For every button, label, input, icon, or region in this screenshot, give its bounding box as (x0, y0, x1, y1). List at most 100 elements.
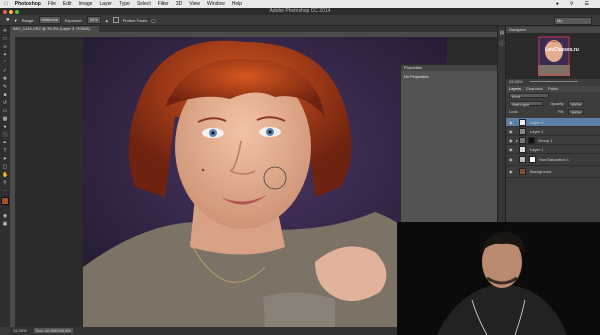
move-tool-icon[interactable]: ✛ (2, 28, 8, 34)
menu-window[interactable]: Window (207, 0, 225, 8)
gradient-tool-icon[interactable]: ▩ (2, 116, 8, 122)
workspace-switcher[interactable]: My (554, 17, 592, 25)
properties-panel: Properties No Properties (400, 64, 500, 227)
layer-name: Group 1 (538, 138, 553, 143)
layer-row[interactable]: ◉ Background (506, 166, 600, 178)
menu-3d[interactable]: 3D (176, 0, 182, 8)
visibility-eye-icon[interactable]: ◉ (509, 145, 513, 154)
shape-tool-icon[interactable]: ▢ (2, 164, 8, 170)
lasso-tool-icon[interactable]: ∞ (2, 44, 8, 50)
navigator-zoom-slider[interactable] (529, 81, 578, 83)
layer-name: Layer 3 (530, 120, 544, 125)
layer-thumbnail (519, 119, 526, 126)
apple-icon[interactable]:  (4, 0, 8, 8)
protect-tones-label: Protect Tones (122, 17, 148, 23)
wifi-icon[interactable]: ● (556, 0, 559, 8)
adjustment-thumbnail (519, 156, 526, 163)
options-bar: ● ▼ Range: Midtones Exposure: 50% ▲ Prot… (0, 15, 600, 26)
quick-select-tool-icon[interactable]: ✦ (2, 52, 8, 58)
minimize-window-button[interactable] (9, 10, 13, 14)
layers-options: Kind Soft Light Opacity: 100% Lock: Fill… (506, 92, 600, 118)
opacity-input[interactable]: 100% (568, 101, 584, 107)
navigator-zoom-value[interactable]: 33,33% (509, 79, 523, 84)
foreground-color-swatch[interactable] (1, 197, 9, 205)
opacity-label: Opacity: (550, 101, 565, 106)
visibility-eye-icon[interactable]: ◉ (509, 127, 513, 136)
layer-thumbnail (519, 168, 526, 175)
brush-tool-icon[interactable]: ✎ (2, 84, 8, 90)
screen-mode-icon[interactable]: ▣ (2, 221, 8, 227)
presenter-video (397, 222, 600, 335)
visibility-eye-icon[interactable]: ◉ (509, 136, 513, 145)
window-titlebar: Adobe Photoshop CC 2014 (0, 8, 600, 15)
color-swatches[interactable] (0, 197, 11, 211)
zoom-window-button[interactable] (15, 10, 19, 14)
layer-name: Layer 2 (530, 129, 544, 134)
webcam-overlay (397, 222, 600, 335)
visibility-eye-icon[interactable]: ◉ (509, 118, 513, 127)
exposure-input[interactable]: 50% (86, 16, 101, 24)
menu-select[interactable]: Select (137, 0, 151, 8)
list-icon[interactable]: ☰ (585, 0, 589, 8)
menu-view[interactable]: View (189, 0, 200, 8)
mac-menubar:  Photoshop File Edit Image Layer Type S… (0, 0, 600, 8)
blend-mode-select[interactable]: Soft Light (509, 101, 543, 107)
search-icon[interactable]: ⚲ (570, 0, 574, 8)
group-folder-thumbnail (519, 137, 526, 144)
layer-thumbnail (519, 128, 526, 135)
hand-tool-icon[interactable]: ✋ (2, 172, 8, 178)
menu-layer[interactable]: Layer (99, 0, 112, 8)
fill-label: Fill: (558, 109, 565, 114)
burn-tool-icon[interactable]: ● (6, 17, 10, 23)
menu-edit[interactable]: Edit (63, 0, 72, 8)
burn-tool-icon[interactable]: ⚫ (2, 132, 8, 138)
blur-tool-icon[interactable]: ● (2, 124, 8, 130)
crop-tool-icon[interactable]: ⌜ (2, 60, 8, 66)
layer-row[interactable]: ◉ ▸ Group 1 (506, 136, 600, 145)
quick-mask-icon[interactable]: ◉ (2, 213, 8, 219)
more-tools-icon[interactable]: ⋯ (2, 188, 8, 194)
eraser-tool-icon[interactable]: ▭ (2, 108, 8, 114)
healing-brush-tool-icon[interactable]: ✚ (2, 76, 8, 82)
fill-input[interactable]: 100% (568, 109, 584, 115)
menu-help[interactable]: Help (232, 0, 242, 8)
navigator-watermark: LevClasses.ru (545, 47, 579, 53)
properties-empty-text: No Properties (404, 74, 429, 79)
window-title: Adobe Photoshop CC 2014 (269, 8, 331, 14)
pressure-icon[interactable]: ◯ (151, 18, 155, 23)
visibility-eye-icon[interactable]: ◉ (509, 154, 513, 166)
menu-file[interactable]: File (48, 0, 56, 8)
menu-filter[interactable]: Filter (158, 0, 169, 8)
layer-row[interactable]: ◉ Layer 3 (506, 118, 600, 127)
navigator-zoom-row: 33,33% (506, 79, 600, 85)
menu-type[interactable]: Type (119, 0, 130, 8)
brush-size-picker[interactable]: ▼ (14, 18, 18, 23)
close-window-button[interactable] (3, 10, 7, 14)
type-tool-icon[interactable]: T (2, 148, 8, 154)
doc-size: Doc: 40,9M/246,5M (33, 328, 73, 333)
zoom-tool-icon[interactable]: ⚲ (2, 180, 8, 186)
marquee-tool-icon[interactable]: □ (2, 36, 8, 42)
menu-photoshop[interactable]: Photoshop (15, 0, 41, 8)
history-brush-tool-icon[interactable]: ↺ (2, 100, 8, 106)
layer-name: Layer 1 (530, 147, 544, 152)
visibility-eye-icon[interactable]: ◉ (509, 166, 513, 178)
range-select[interactable]: Midtones (38, 16, 61, 24)
lock-label: Lock: (509, 109, 519, 114)
layer-filter-select[interactable]: Kind (509, 93, 549, 99)
path-select-tool-icon[interactable]: ➤ (2, 156, 8, 162)
layer-row[interactable]: ◉ Hue/Saturation 1 (506, 154, 600, 166)
zoom-readout[interactable]: 33,33% (13, 328, 27, 333)
clone-stamp-tool-icon[interactable]: ■ (2, 92, 8, 98)
menubar-status-icons: ● ⚲ ☰ (556, 0, 596, 8)
navigator-preview[interactable]: LevClasses.ru (506, 33, 600, 79)
airbrush-icon[interactable]: ▲ (105, 18, 109, 23)
layer-name: Hue/Saturation 1 (539, 157, 570, 162)
layer-row[interactable]: ◉ Layer 2 (506, 127, 600, 136)
group-mask-thumbnail (528, 137, 535, 144)
menu-image[interactable]: Image (79, 0, 93, 8)
pen-tool-icon[interactable]: ✒ (2, 140, 8, 146)
protect-tones-checkbox[interactable] (112, 17, 119, 23)
layer-row[interactable]: ◉ Layer 1 (506, 145, 600, 154)
eyedropper-tool-icon[interactable]: ✓ (2, 68, 8, 74)
